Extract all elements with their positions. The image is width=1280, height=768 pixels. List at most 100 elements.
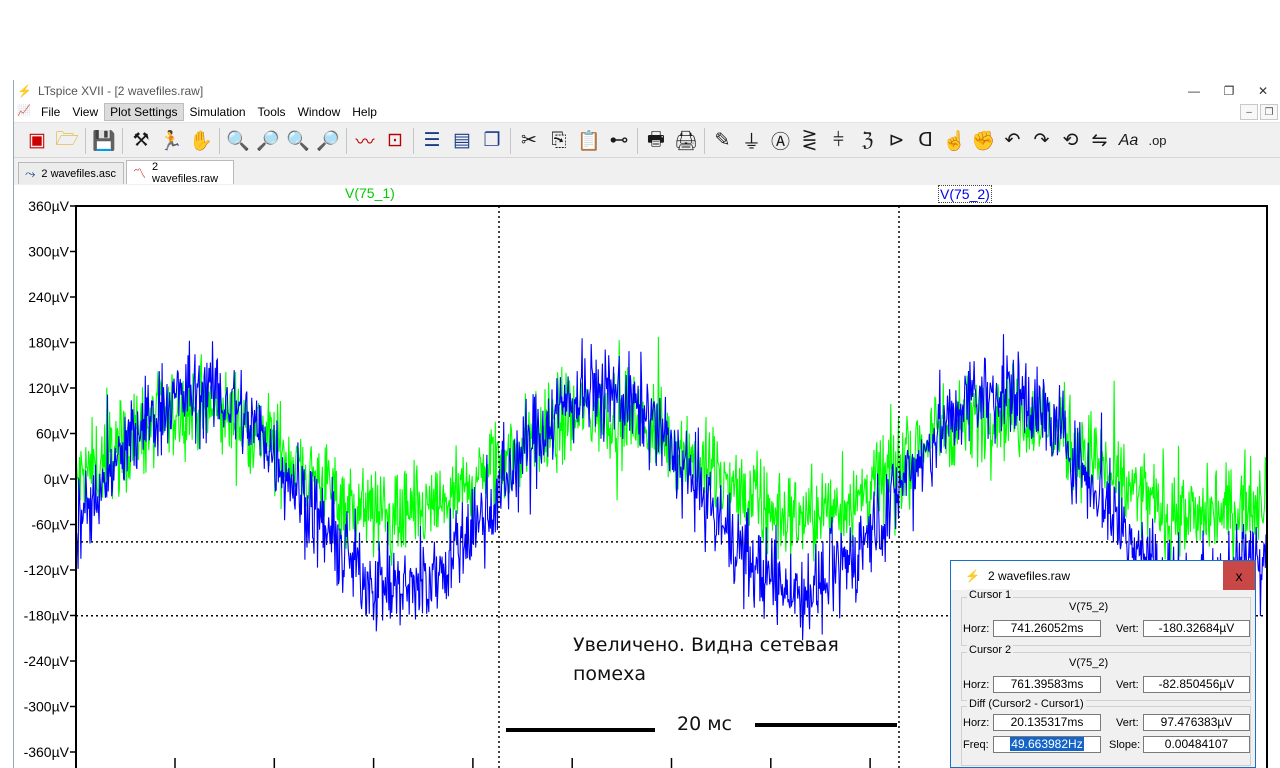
find-binoculars-icon[interactable]: ⊷ xyxy=(604,127,634,155)
undo-icon[interactable]: ↶ xyxy=(998,127,1027,155)
ground-icon[interactable]: ⏚ xyxy=(737,127,766,155)
annotation-line-1: Увеличено. Видна сетевая xyxy=(573,634,839,656)
tab-waveform[interactable]: 〽 2 wavefiles.raw xyxy=(126,160,234,185)
menu-bar: 📈 File View Plot Settings Simulation Too… xyxy=(14,102,1280,123)
tab-label: 2 wavefiles.asc xyxy=(41,167,116,180)
print-icon[interactable]: 🖶 xyxy=(641,127,671,155)
document-minimize-button[interactable]: – xyxy=(1240,104,1258,120)
toolbar-separator xyxy=(219,127,220,154)
copy-icon[interactable]: ⎘ xyxy=(544,127,574,155)
document-system-icon[interactable]: 📈 xyxy=(17,104,35,120)
schematic-icon: ⤳ xyxy=(25,165,36,181)
cursor2-horz-label: Horz: xyxy=(963,679,990,691)
save-icon[interactable]: 💾 xyxy=(89,127,119,155)
document-tabs: ⤳ 2 wavefiles.asc 〽 2 wavefiles.raw xyxy=(14,159,1280,185)
tile-vertical-icon[interactable]: ▤ xyxy=(447,127,477,155)
document-restore-button[interactable]: ❐ xyxy=(1260,104,1278,120)
scale-label: 20 мс xyxy=(677,713,732,735)
freq-field[interactable]: 49.663982Hz xyxy=(993,736,1101,753)
waveform-icon: 〽 xyxy=(133,166,147,181)
menu-help[interactable]: Help xyxy=(346,103,383,121)
autoscale-icon[interactable]: 〰 xyxy=(350,127,380,155)
menu-view[interactable]: View xyxy=(66,103,104,121)
new-schematic-icon[interactable]: ▣ xyxy=(22,127,52,155)
cursor1-vert-field[interactable]: -180.32684µV xyxy=(1143,620,1250,637)
cursor2-trace: V(75_2) xyxy=(1069,657,1109,669)
trace-label-v75-1[interactable]: V(75_1) xyxy=(345,185,395,201)
capacitor-icon[interactable]: ⫩ xyxy=(824,127,853,155)
paste-icon[interactable]: 📋 xyxy=(574,127,604,155)
window-title: LTspice XVII - [2 wavefiles.raw] xyxy=(38,84,204,98)
text-icon[interactable]: Aa xyxy=(1114,127,1143,155)
close-button[interactable]: ✕ xyxy=(1246,80,1280,102)
slope-field[interactable]: 0.00484107 xyxy=(1143,736,1250,753)
diff-horz-label: Horz: xyxy=(963,717,990,729)
toolbar-separator xyxy=(413,127,414,154)
run-icon[interactable]: 🏃 xyxy=(156,127,186,155)
drag-hand-icon[interactable]: ✊ xyxy=(969,127,998,155)
halt-hand-icon[interactable]: ✋ xyxy=(186,127,216,155)
tile-horizontal-icon[interactable]: ☰ xyxy=(417,127,447,155)
diff-horz-field[interactable]: 20.135317ms xyxy=(993,714,1101,731)
spice-directive-icon[interactable]: .op xyxy=(1143,127,1172,155)
window-controls: — ❐ ✕ xyxy=(1176,80,1280,102)
cursor1-vert-label: Vert: xyxy=(1116,623,1139,635)
move-hand-icon[interactable]: ☝ xyxy=(940,127,969,155)
diff-label: Diff (Cursor2 - Cursor1) xyxy=(967,698,1086,710)
diff-vert-field[interactable]: 97.476383µV xyxy=(1143,714,1250,731)
cursor1-group: Cursor 1 V(75_2) Horz: 741.26052ms Vert:… xyxy=(961,589,1251,646)
minimize-button[interactable]: — xyxy=(1176,80,1212,102)
cursor-readout-window: ⚡ 2 wavefiles.raw x Cursor 1 V(75_2) Hor… xyxy=(950,560,1256,768)
zoom-in-icon[interactable]: 🔍 xyxy=(223,127,253,155)
mirror-icon[interactable]: ⇋ xyxy=(1085,127,1114,155)
resistor-icon[interactable]: ⋛ xyxy=(795,127,824,155)
toolbar-separator xyxy=(510,127,511,154)
component-icon[interactable]: ᗡ xyxy=(911,127,940,155)
cursor2-vert-field[interactable]: -82.850456µV xyxy=(1143,676,1250,693)
rotate-icon[interactable]: ⟲ xyxy=(1056,127,1085,155)
inductor-icon[interactable]: ℨ xyxy=(853,127,882,155)
cursor2-vert-label: Vert: xyxy=(1116,679,1139,691)
menu-window[interactable]: Window xyxy=(292,103,347,121)
cut-icon[interactable]: ✂ xyxy=(514,127,544,155)
cursor1-label: Cursor 1 xyxy=(967,589,1014,601)
cursor-window-close-button[interactable]: x xyxy=(1223,561,1255,590)
cursor1-horz-field[interactable]: 741.26052ms xyxy=(993,620,1101,637)
cursor-window-title: 2 wavefiles.raw xyxy=(987,568,1070,583)
open-folder-icon[interactable]: 🗁 xyxy=(52,127,82,155)
diff-vert-label: Vert: xyxy=(1116,717,1139,729)
diode-icon[interactable]: ⊳ xyxy=(882,127,911,155)
draw-wire-icon[interactable]: ✎ xyxy=(708,127,737,155)
cursor-window-titlebar[interactable]: ⚡ 2 wavefiles.raw x xyxy=(951,561,1255,590)
menu-plot-settings[interactable]: Plot Settings xyxy=(104,103,184,121)
cursor1-trace: V(75_2) xyxy=(1069,601,1109,613)
restore-button[interactable]: ❐ xyxy=(1212,80,1246,102)
pan-icon[interactable]: 🔎 xyxy=(253,127,283,155)
menu-file[interactable]: File xyxy=(35,103,66,121)
annotation-line-2: помеха xyxy=(573,663,646,685)
menu-tools[interactable]: Tools xyxy=(252,103,292,121)
diff-group: Diff (Cursor2 - Cursor1) Horz: 20.135317… xyxy=(961,698,1251,766)
tab-label: 2 wavefiles.raw xyxy=(152,160,219,185)
cursor2-horz-field[interactable]: 761.39583ms xyxy=(993,676,1101,693)
menu-simulation[interactable]: Simulation xyxy=(184,103,252,121)
zoom-fit-icon[interactable]: 🔎 xyxy=(313,127,343,155)
control-panel-icon[interactable]: ⚒ xyxy=(126,127,156,155)
toolbar-separator xyxy=(346,127,347,154)
annotation-text: Увеличено. Видна сетевая помеха xyxy=(573,631,839,689)
zoom-out-icon[interactable]: 🔍 xyxy=(283,127,313,155)
tab-schematic[interactable]: ⤳ 2 wavefiles.asc xyxy=(18,162,124,184)
toolbar-separator xyxy=(704,127,705,154)
ltspice-app-icon: ⚡ xyxy=(17,84,32,98)
cursor1-horz-label: Horz: xyxy=(963,623,990,635)
freq-label: Freq: xyxy=(963,739,989,751)
trace-label-v75-2[interactable]: V(75_2) xyxy=(938,185,992,203)
cascade-icon[interactable]: ❐ xyxy=(477,127,507,155)
manual-limits-icon[interactable]: ⊡ xyxy=(380,127,410,155)
toolbar: ▣ 🗁 💾 ⚒ 🏃 ✋ 🔍 🔎 🔍 🔎 〰 ⊡ ☰ ▤ ❐ ✂ ⎘ 📋 ⊷ 🖶 … xyxy=(14,124,1280,158)
label-net-icon[interactable]: Ⓐ xyxy=(766,127,795,155)
redo-icon[interactable]: ↷ xyxy=(1027,127,1056,155)
toolbar-separator xyxy=(122,127,123,154)
toolbar-separator xyxy=(637,127,638,154)
print-setup-icon[interactable]: 🖨 xyxy=(671,127,701,155)
